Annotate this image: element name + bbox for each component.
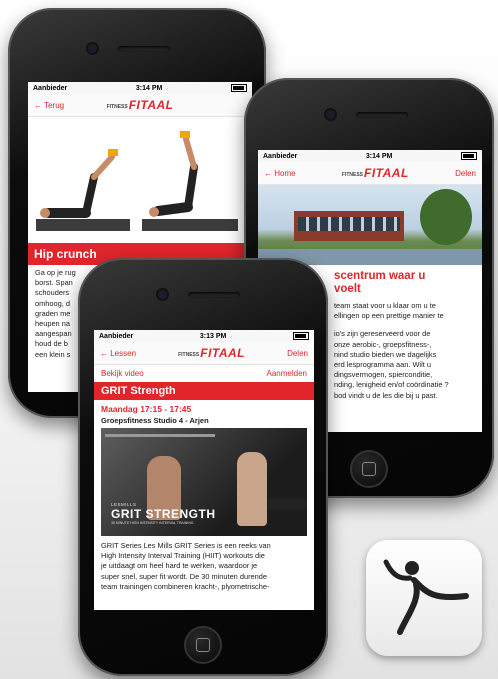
text-line: io's zijn gereserveerd voor de xyxy=(334,329,431,339)
class-location: Groepsfitness Studio 4 - Arjen xyxy=(101,416,209,425)
time: 3:13 PM xyxy=(199,332,227,340)
text-line: super snel, super fit wordt. De 30 minut… xyxy=(101,571,267,581)
dumbbell xyxy=(269,498,307,510)
text-line: nind studio bieden we dagelijks xyxy=(334,349,437,359)
carrier: Aanbieder xyxy=(33,84,68,92)
text-line: team staat voor u klaar om u te xyxy=(334,301,436,310)
text-line xyxy=(334,321,475,329)
signup-link[interactable]: Aanmelden xyxy=(267,369,307,378)
text-line: dingsvermogen, spierconditie, xyxy=(334,370,433,380)
building-photo xyxy=(258,185,482,265)
share-button[interactable]: Delen xyxy=(455,169,476,178)
speaker xyxy=(118,46,170,52)
watch-video-link[interactable]: Bekijk video xyxy=(101,369,144,378)
nav-bar: ← Home FITNESS FITAAL Delen xyxy=(258,162,482,185)
nav-bar: ← Lessen FITNESS FITAAL Delen xyxy=(94,342,314,365)
text-line: team trainingen combineren kracht-, plyo… xyxy=(101,581,270,591)
exercise-figures-icon xyxy=(40,131,198,218)
class-title: GRIT Strength xyxy=(94,382,314,400)
building-windows xyxy=(298,217,400,231)
time: 3:14 PM xyxy=(365,152,393,160)
text-line: je uitdaagt om heel hard te werken, waar… xyxy=(101,561,258,571)
carrier: Aanbieder xyxy=(99,332,134,340)
logo: FITNESS FITAAL xyxy=(106,98,174,112)
screen-front: Aanbieder 3:13 PM ← Lessen FITNESS FITAAL… xyxy=(94,330,314,610)
text-line: erd lesprogramma aan. Wilt u xyxy=(334,360,431,370)
battery-icon xyxy=(460,152,477,160)
dancer-icon xyxy=(383,559,469,635)
phone-front: Aanbieder 3:13 PM ← Lessen FITNESS FITAAL… xyxy=(78,258,328,676)
logo: FITNESS FITAAL xyxy=(178,346,245,360)
speaker xyxy=(188,292,240,298)
nav-bar: ← Terug FITNESS FITAAL xyxy=(28,94,252,117)
home-button-front[interactable] xyxy=(184,626,222,664)
back-button[interactable]: ← Terug xyxy=(34,101,64,110)
camera xyxy=(88,44,97,53)
text-line: GRIT Series Les Mills GRIT Series is een… xyxy=(101,541,271,550)
carrier: Aanbieder xyxy=(263,152,298,160)
action-links: Bekijk video Aanmelden xyxy=(94,365,314,382)
battery-icon xyxy=(230,84,247,92)
person-right xyxy=(237,452,267,526)
camera xyxy=(158,290,167,299)
home-button[interactable]: ← Home xyxy=(264,169,296,178)
status-bar: Aanbieder 3:14 PM xyxy=(28,82,252,94)
text-line: bod vindt u de les die bij u past. xyxy=(334,390,438,400)
text-line: ellingen op een prettige manier te xyxy=(334,311,444,321)
class-description: GRIT Series Les Mills GRIT Series is een… xyxy=(94,536,314,595)
class-banner: LESMILLS GRIT STRENGTH 30 MINUTE HIGH IN… xyxy=(101,428,307,536)
text-line: onze aerobic-, groepsfitness-, xyxy=(334,339,432,349)
exercise-image xyxy=(28,117,252,243)
time: 3:14 PM xyxy=(135,84,163,92)
class-schedule: Maandag 17:15 - 17:45 xyxy=(101,404,192,414)
speaker xyxy=(356,112,408,118)
app-icon[interactable] xyxy=(366,540,482,656)
battery-icon xyxy=(292,332,309,340)
lessons-button[interactable]: ← Lessen xyxy=(100,349,136,358)
status-bar: Aanbieder 3:13 PM xyxy=(94,330,314,342)
share-button[interactable]: Delen xyxy=(287,349,308,358)
text-line: High Intensity Interval Training (HIIT) … xyxy=(101,551,265,561)
text-line: nding, lenigheid en/of coördinatie ? xyxy=(334,380,449,390)
banner-tagline: 30 MINUTE HIGH INTENSITY INTERVAL TRAINI… xyxy=(111,521,194,525)
camera xyxy=(326,110,335,119)
banner-name: GRIT STRENGTH xyxy=(111,507,216,521)
home-button-right[interactable] xyxy=(350,450,388,488)
status-bar: Aanbieder 3:14 PM xyxy=(258,150,482,162)
barbell xyxy=(105,434,215,437)
logo: FITNESS FITAAL xyxy=(341,166,409,180)
tree-icon xyxy=(420,189,472,245)
